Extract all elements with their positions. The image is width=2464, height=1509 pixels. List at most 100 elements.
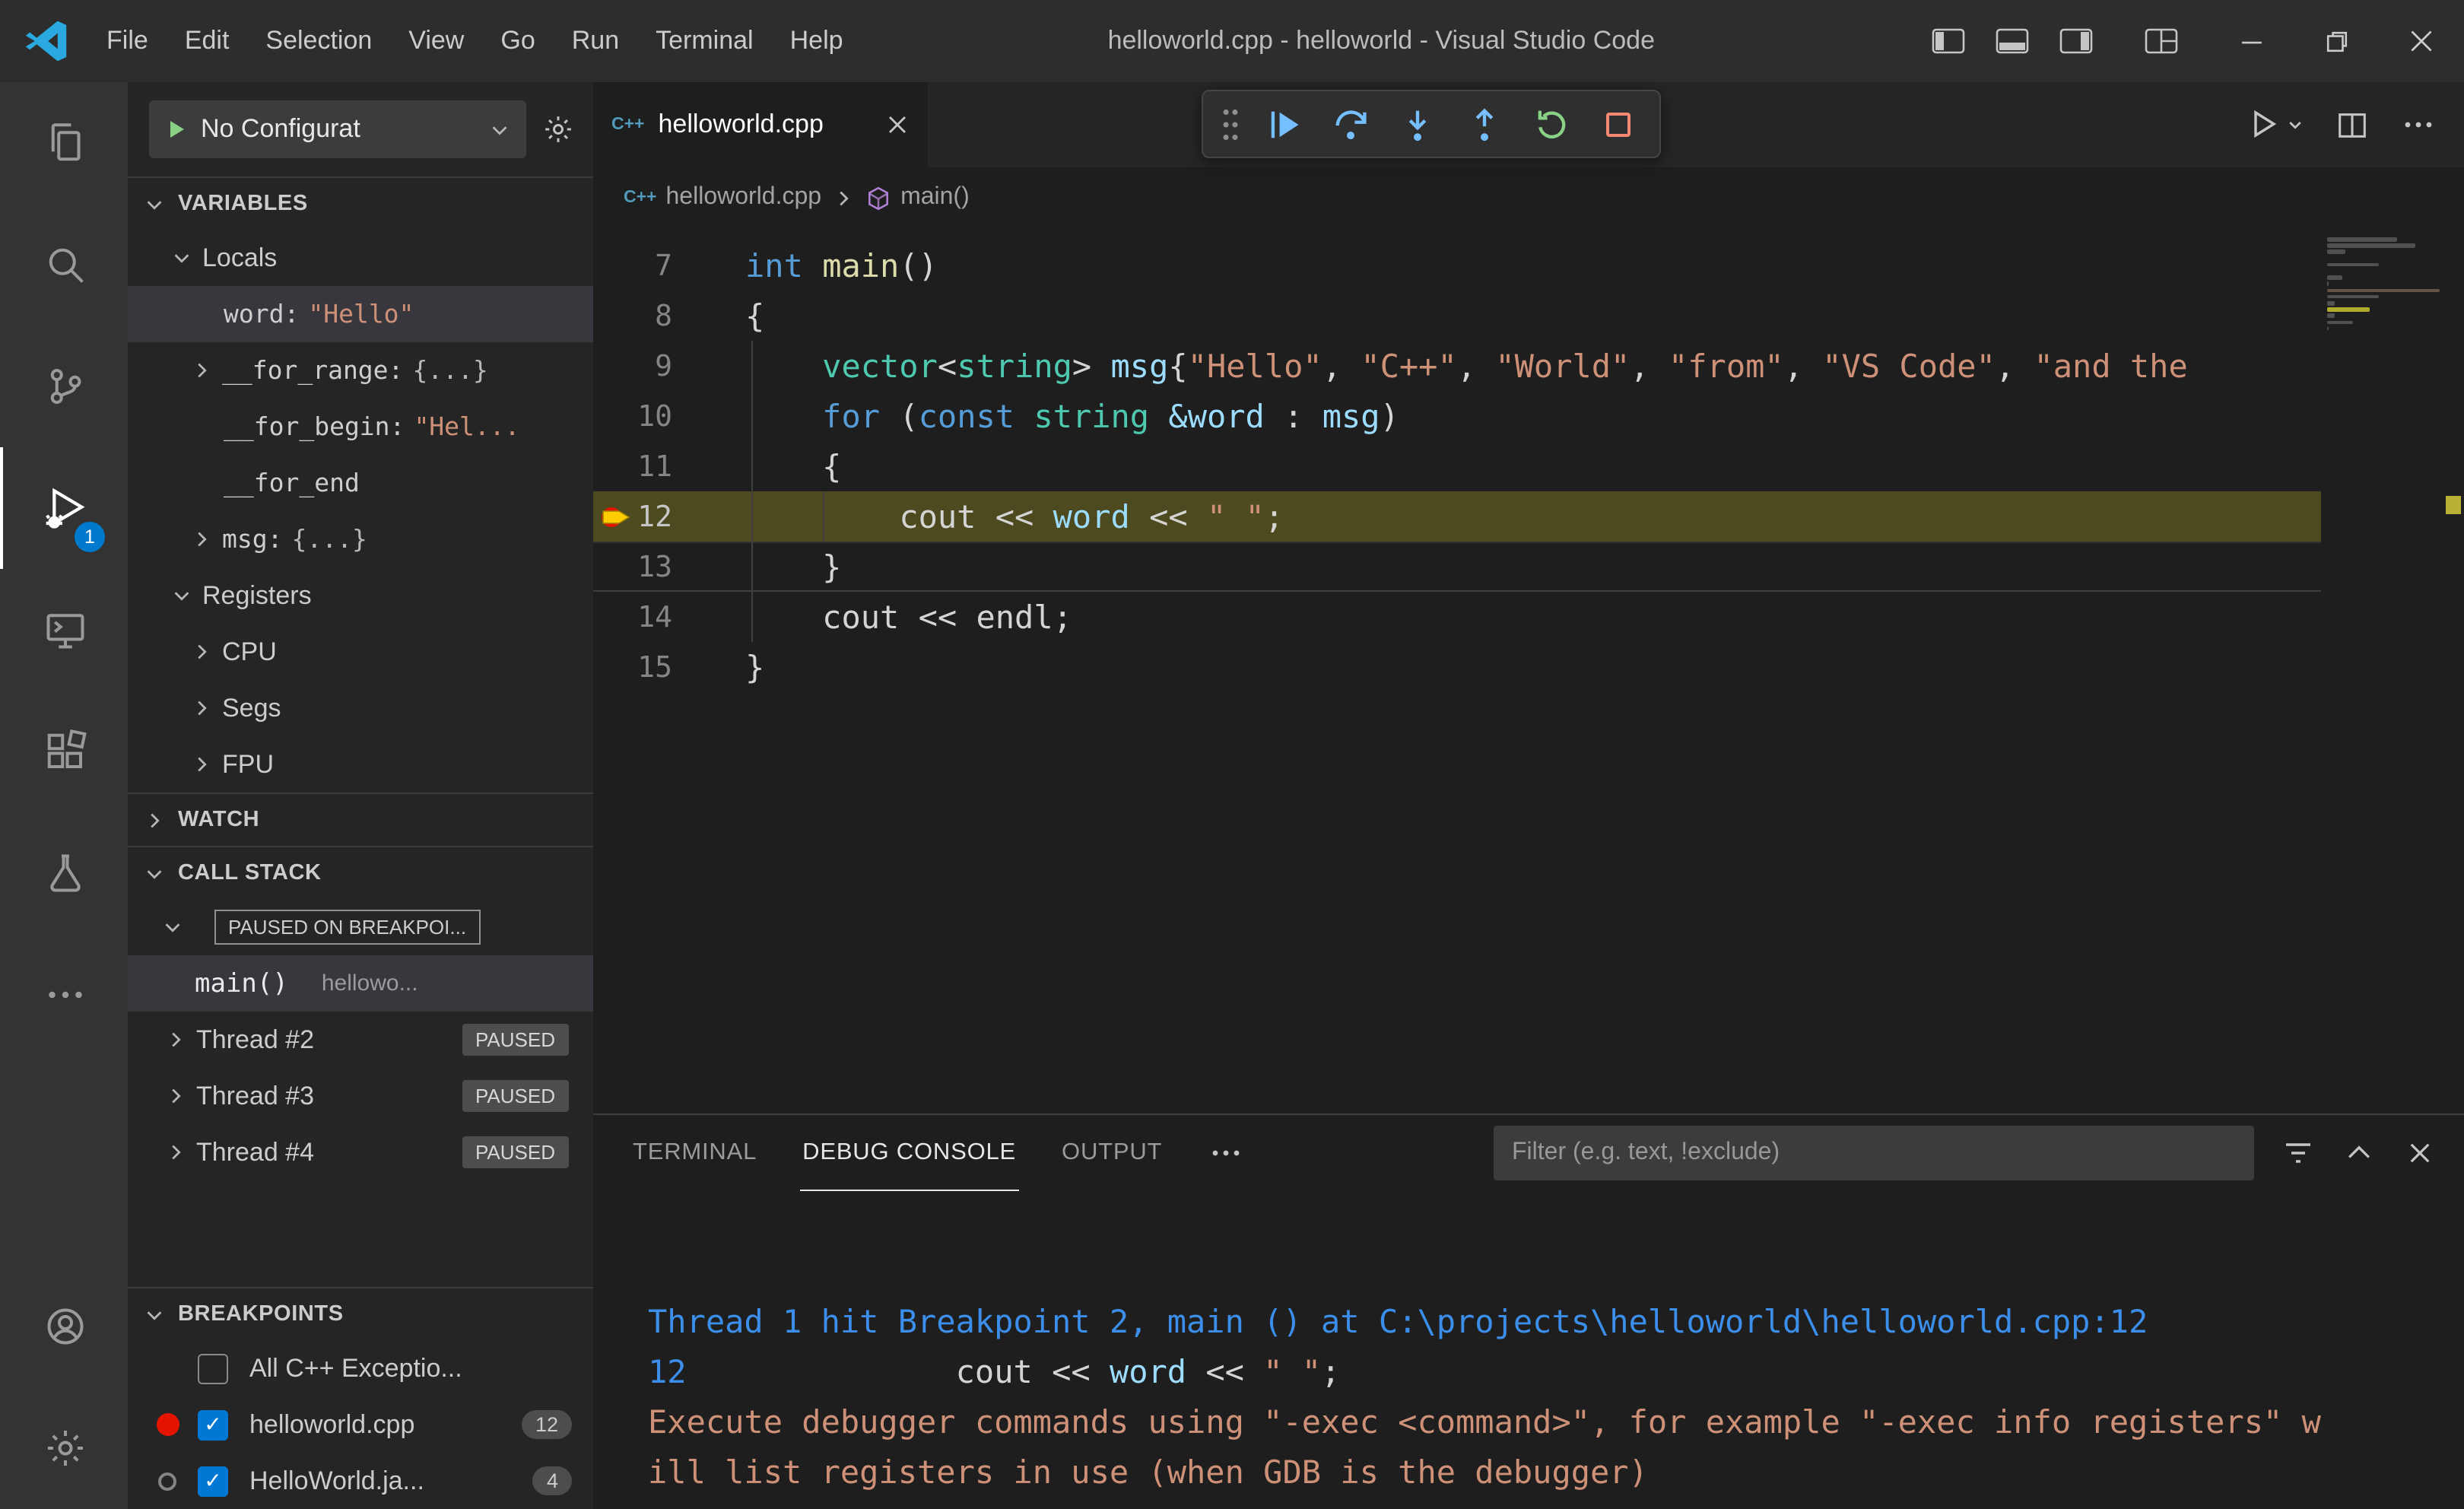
toolbar-drag-handle[interactable] — [1215, 95, 1246, 153]
variable-row[interactable]: __for_end — [128, 455, 593, 511]
menu-file[interactable]: File — [88, 0, 167, 82]
stop-button[interactable] — [1589, 95, 1647, 153]
layout-controls — [1926, 18, 2184, 64]
close-panel-icon[interactable] — [2400, 1133, 2440, 1173]
editor-gutter[interactable]: 11 — [593, 441, 745, 491]
menu-help[interactable]: Help — [772, 0, 862, 82]
restart-button[interactable] — [1523, 95, 1580, 153]
code-line[interactable]: 7 int main() — [593, 240, 2464, 291]
variable-row[interactable]: msg: {...} — [128, 511, 593, 567]
breakpoint-checkbox[interactable]: ✓ — [198, 1409, 228, 1440]
breadcrumb-item[interactable]: C++ helloworld.cpp — [624, 184, 821, 211]
restore-button[interactable] — [2294, 0, 2379, 82]
minimap-line — [2327, 281, 2329, 286]
debug-config-dropdown[interactable]: No Configurat — [149, 100, 526, 158]
activity-source-control-icon[interactable] — [0, 326, 128, 447]
activity-search-icon[interactable] — [0, 204, 128, 326]
callstack-thread-row[interactable]: Thread #3 PAUSED — [128, 1068, 593, 1124]
breakpoint-row[interactable]: ✓ helloworld.cpp 12 — [128, 1396, 593, 1453]
variables-scope-row[interactable]: Registers — [128, 567, 593, 624]
callstack-thread-row[interactable]: Thread #4 PAUSED — [128, 1124, 593, 1180]
variable-row[interactable]: __for_range: {...} — [128, 342, 593, 399]
debug-console-output[interactable]: Thread 1 hit Breakpoint 2, main () at C:… — [593, 1191, 2464, 1509]
editor-gutter[interactable]: 8 — [593, 291, 745, 341]
maximize-panel-icon[interactable] — [2339, 1133, 2379, 1173]
callstack-thread-row[interactable]: Thread #2 PAUSED — [128, 1012, 593, 1068]
activity-accounts-icon[interactable] — [0, 1266, 128, 1387]
debug-settings-gear-icon[interactable] — [541, 113, 575, 146]
tab-close-icon[interactable] — [885, 113, 910, 137]
console-filter-input[interactable] — [1494, 1126, 2254, 1180]
menu-run[interactable]: Run — [554, 0, 637, 82]
breakpoint-checkbox[interactable]: ✓ — [198, 1466, 228, 1496]
editor-gutter[interactable]: 9 — [593, 341, 745, 391]
filter-lines-icon[interactable] — [2278, 1133, 2318, 1173]
code-line[interactable]: 8{ — [593, 291, 2464, 341]
tab-helloworld-cpp[interactable]: C++ helloworld.cpp — [593, 82, 928, 167]
activity-run-and-debug-icon[interactable]: 1 — [0, 447, 128, 569]
variable-row[interactable]: __for_begin: "Hel... — [128, 399, 593, 455]
activity-settings-icon[interactable] — [0, 1387, 128, 1509]
code-editor[interactable]: 7 int main() 8{9 vector<string> msg{"Hello… — [593, 228, 2464, 1113]
minimap[interactable] — [2321, 228, 2443, 1113]
toggle-panel-icon[interactable] — [1989, 18, 2035, 64]
variable-row[interactable]: word: "Hello" — [128, 286, 593, 342]
activity-remote-explorer-icon[interactable] — [0, 569, 128, 691]
editor-gutter[interactable]: 15 — [593, 642, 745, 692]
call-stack-section-header[interactable]: CALL STACK — [128, 847, 593, 899]
editor-gutter[interactable]: 14 — [593, 592, 745, 642]
editor-gutter[interactable]: 7 — [593, 240, 745, 291]
code-line[interactable]: 12 cout << word << " "; — [593, 491, 2464, 542]
editor-gutter[interactable]: 10 — [593, 391, 745, 441]
editor-gutter[interactable]: 13 — [593, 542, 745, 592]
code-line[interactable]: 10 for (const string &word : msg) — [593, 391, 2464, 441]
run-or-debug-button[interactable] — [2246, 106, 2304, 143]
editor-gutter[interactable]: 12 — [593, 491, 745, 542]
registers-group-row[interactable]: Segs — [128, 680, 593, 736]
activity-testing-icon[interactable] — [0, 812, 128, 934]
watch-section-header[interactable]: WATCH — [128, 794, 593, 846]
start-debugging-icon[interactable] — [164, 117, 189, 141]
code-line[interactable]: 13 } — [593, 542, 2464, 592]
step-over-button[interactable] — [1322, 95, 1380, 153]
minimize-button[interactable] — [2208, 0, 2294, 82]
activity-extensions-icon[interactable] — [0, 691, 128, 812]
callstack-frame-row[interactable]: main() hellowo... — [128, 955, 593, 1012]
variables-scope-row[interactable]: Locals — [128, 230, 593, 286]
breakpoints-section-header[interactable]: BREAKPOINTS — [128, 1288, 593, 1340]
step-out-button[interactable] — [1456, 95, 1513, 153]
breadcrumb-item[interactable]: main() — [865, 184, 970, 211]
code-line[interactable]: 9 vector<string> msg{"Hello", "C++", "Wo… — [593, 341, 2464, 391]
menu-view[interactable]: View — [390, 0, 482, 82]
toggle-secondary-sidebar-icon[interactable] — [2053, 18, 2099, 64]
split-editor-icon[interactable] — [2335, 107, 2370, 142]
breakpoint-checkbox[interactable] — [198, 1353, 228, 1384]
overview-ruler[interactable] — [2443, 228, 2464, 1113]
more-actions-icon[interactable] — [2400, 106, 2437, 143]
step-into-button[interactable] — [1389, 95, 1446, 153]
customize-layout-icon[interactable] — [2139, 18, 2184, 64]
variables-section-header[interactable]: VARIABLES — [128, 178, 593, 230]
code-line[interactable]: 14 cout << endl; — [593, 592, 2464, 642]
breakpoint-row[interactable]: ✓ HelloWorld.ja... 4 — [128, 1453, 593, 1509]
menu-terminal[interactable]: Terminal — [637, 0, 772, 82]
activity-more-icon[interactable] — [0, 934, 128, 1056]
menu-selection[interactable]: Selection — [247, 0, 390, 82]
panel-tab-output[interactable]: OUTPUT — [1059, 1115, 1165, 1191]
continue-button[interactable] — [1255, 95, 1313, 153]
code-line[interactable]: 15} — [593, 642, 2464, 692]
panel-tab-debug-console[interactable]: DEBUG CONSOLE — [799, 1115, 1020, 1191]
panel-more-actions-icon[interactable] — [1208, 1135, 1244, 1171]
close-button[interactable] — [2379, 0, 2464, 82]
menu-edit[interactable]: Edit — [167, 0, 248, 82]
code-text: int main() — [745, 247, 938, 284]
breakpoint-row[interactable]: All C++ Exceptio... — [128, 1340, 593, 1396]
registers-group-row[interactable]: FPU — [128, 736, 593, 793]
toggle-primary-sidebar-icon[interactable] — [1926, 18, 1971, 64]
callstack-status-row[interactable]: PAUSED ON BREAKPOI... — [128, 899, 593, 955]
registers-group-row[interactable]: CPU — [128, 624, 593, 680]
code-line[interactable]: 11 { — [593, 441, 2464, 491]
panel-tab-terminal[interactable]: TERMINAL — [630, 1115, 760, 1191]
activity-explorer-icon[interactable] — [0, 82, 128, 204]
menu-go[interactable]: Go — [482, 0, 553, 82]
